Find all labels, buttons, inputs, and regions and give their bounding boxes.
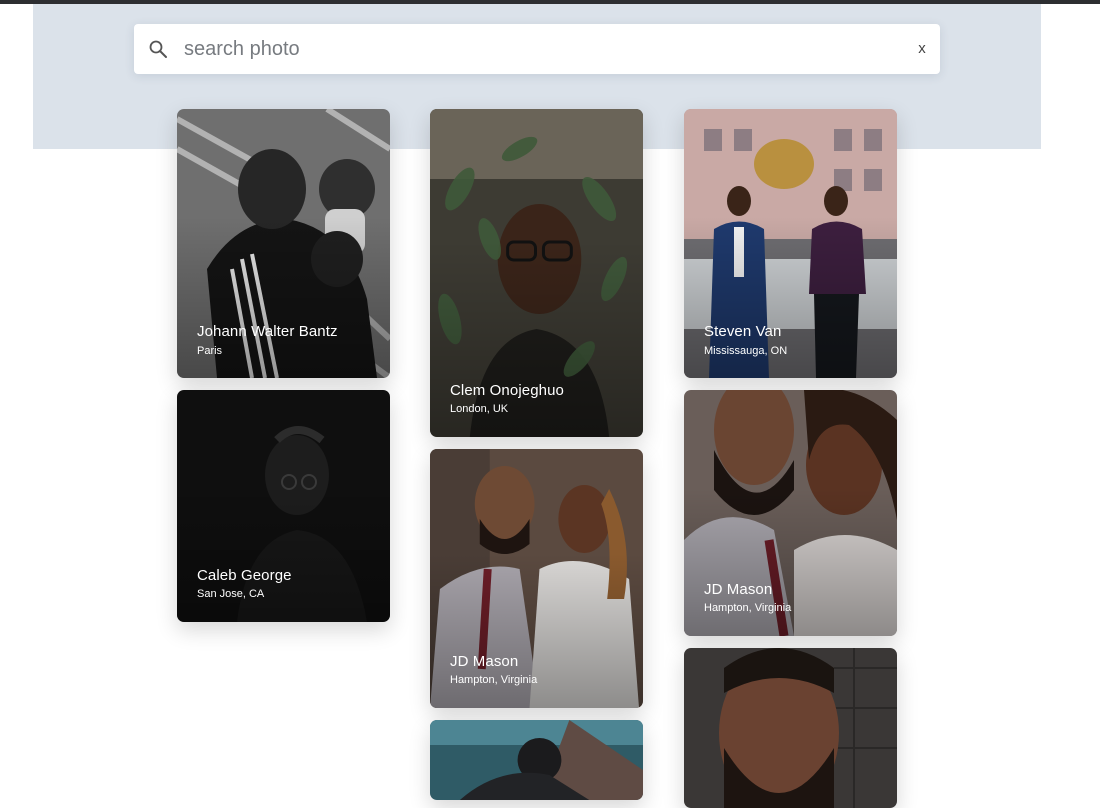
card-location: Hampton, Virginia <box>704 602 792 614</box>
photo-card[interactable]: Clem Onojeghuo London, UK <box>430 109 643 437</box>
bearded-man-photo <box>684 648 897 808</box>
partial-photo <box>430 720 643 800</box>
clear-search-button[interactable]: x <box>914 38 930 60</box>
card-location: Paris <box>197 345 223 357</box>
card-name: Johann Walter Bantz <box>197 323 338 340</box>
photo-card[interactable]: JD Mason Hampton, Virginia <box>684 390 897 636</box>
card-name: Caleb George <box>197 567 292 584</box>
photo-card[interactable]: JD Mason Hampton, Virginia <box>430 449 643 708</box>
card-location: Mississauga, ON <box>704 345 788 357</box>
photo-card[interactable] <box>684 648 897 808</box>
card-location: London, UK <box>450 403 509 415</box>
search-bar[interactable]: x <box>134 24 940 74</box>
search-icon <box>148 39 168 59</box>
photo-card[interactable]: Johann Walter Bantz Paris <box>177 109 390 378</box>
photo-card[interactable]: Caleb George San Jose, CA <box>177 390 390 622</box>
photo-card[interactable]: Steven Van Mississauga, ON <box>684 109 897 378</box>
search-input[interactable] <box>184 34 884 64</box>
card-name: Steven Van <box>704 323 782 340</box>
card-name: Clem Onojeghuo <box>450 382 564 399</box>
card-name: JD Mason <box>450 653 519 670</box>
card-name: JD Mason <box>704 581 773 598</box>
card-location: San Jose, CA <box>197 588 265 600</box>
card-location: Hampton, Virginia <box>450 674 538 686</box>
photo-card[interactable] <box>430 720 643 800</box>
